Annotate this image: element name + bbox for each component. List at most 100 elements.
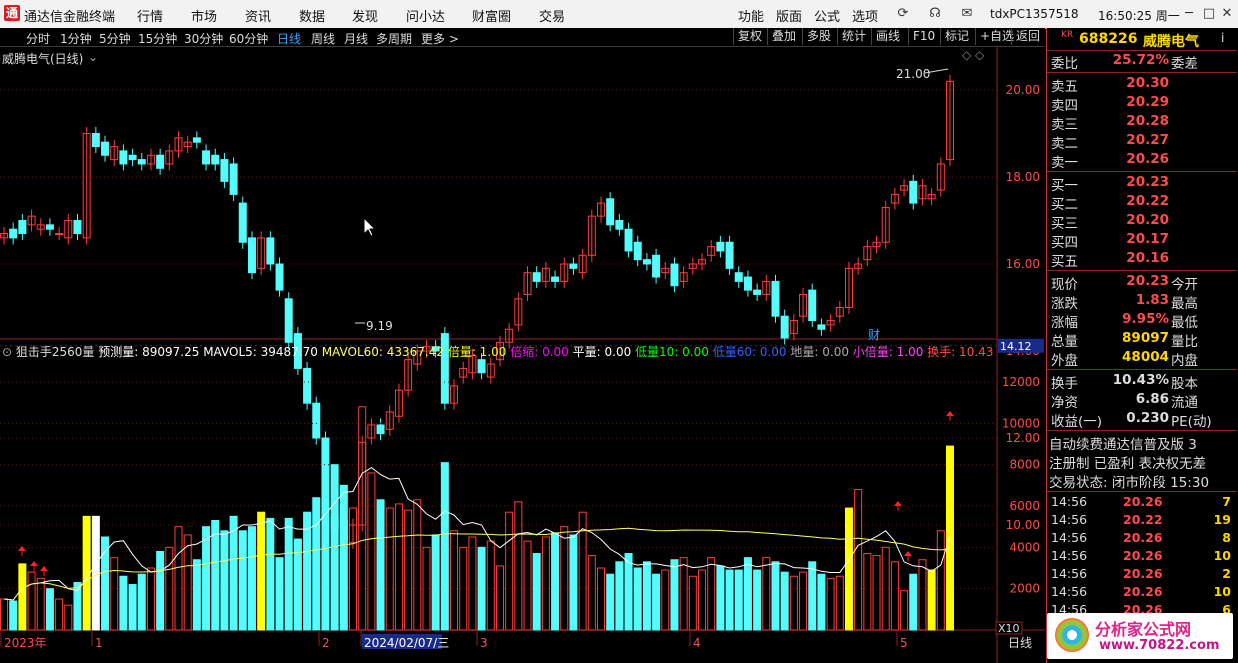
period-daily[interactable]: 日线 xyxy=(277,30,301,47)
volume-bar xyxy=(826,577,835,631)
tick-time: 14:56 xyxy=(1051,566,1088,581)
low-price-label: 9.19 xyxy=(366,319,393,333)
candle-body xyxy=(73,220,82,235)
candle-body xyxy=(670,263,679,287)
menu-zixun[interactable]: 资讯 xyxy=(245,6,271,25)
menu-banmian[interactable]: 版面 xyxy=(776,6,802,25)
tick-row: 14:56 20.26 2 xyxy=(1049,566,1235,584)
volume-bar xyxy=(486,540,495,631)
indicator-dropdown-icon[interactable]: ⊙ xyxy=(2,345,12,359)
quote-panel: KR 688226 威腾电气 i 委比 25.72% 委差 卖五 20.30 卖四 20.2… xyxy=(1046,28,1238,663)
candle-body xyxy=(606,198,615,226)
mail-icon[interactable]: ✉ xyxy=(956,4,978,24)
candle-body xyxy=(615,220,624,230)
volume-bar xyxy=(642,561,651,631)
btn-duogu[interactable]: 多股 xyxy=(802,28,835,45)
period-weekly[interactable]: 周线 xyxy=(311,30,335,47)
row-value: 20.20 xyxy=(1126,212,1169,228)
indicator-params: 预测量: 89097.25 MAVOL5: 39487.70 MAVOL60: … xyxy=(98,345,997,359)
volume-bar xyxy=(202,526,211,631)
expand-icon[interactable]: ◇ ◇ xyxy=(962,48,984,62)
row-value: 20.26 xyxy=(1126,151,1169,167)
btn-tongji[interactable]: 统计 xyxy=(837,28,870,45)
row-label: 净资 xyxy=(1051,395,1078,411)
row-value: 6.86 xyxy=(1135,391,1169,407)
row-extra: 股本 xyxy=(1171,376,1198,392)
tick-time: 14:56 xyxy=(1051,494,1088,509)
tick-price: 20.26 xyxy=(1123,530,1163,545)
tick-volume: 8 xyxy=(1222,530,1231,545)
menu-shichang[interactable]: 市场 xyxy=(191,6,217,25)
period-more[interactable]: 更多 > xyxy=(421,30,459,47)
indicator-param: 小倍量: 1.00 xyxy=(852,345,928,359)
row-value: 20.30 xyxy=(1126,75,1169,91)
row-label: 卖二 xyxy=(1051,136,1078,152)
volume-bar xyxy=(743,557,752,631)
volume-bar xyxy=(734,569,743,631)
x-axis-label: 3 xyxy=(480,636,488,650)
btn-f10[interactable]: F10 xyxy=(908,28,939,45)
btn-biaoji[interactable]: 标记 xyxy=(940,28,973,45)
volume-bar xyxy=(725,569,734,631)
info-icon[interactable]: i xyxy=(1221,31,1224,45)
tick-row: 14:56 20.26 8 xyxy=(1049,530,1235,548)
btn-fanhui[interactable]: 返回 xyxy=(1011,28,1044,45)
menu-xuanxiang[interactable]: 选项 xyxy=(852,6,878,25)
period-5min[interactable]: 5分钟 xyxy=(99,30,131,47)
row-extra: 量比 xyxy=(1171,334,1198,350)
menu-shuju[interactable]: 数据 xyxy=(299,6,325,25)
period-fenshi[interactable]: 分时 xyxy=(26,30,50,47)
menu-hangqing[interactable]: 行情 xyxy=(137,6,163,25)
volume-bar xyxy=(119,575,128,631)
tick-row: 14:56 20.26 7 xyxy=(1049,494,1235,512)
menu-jiaoyi[interactable]: 交易 xyxy=(539,6,565,25)
event-badge[interactable]: 财 xyxy=(868,326,880,343)
candle-body xyxy=(477,359,486,374)
period-30min[interactable]: 30分钟 xyxy=(184,30,223,47)
row-label: 买三 xyxy=(1051,216,1078,232)
period-monthly[interactable]: 月线 xyxy=(344,30,368,47)
btn-huaxian[interactable]: 画线 xyxy=(871,28,904,45)
period-multi[interactable]: 多周期 xyxy=(376,30,412,47)
volume-bar xyxy=(872,555,881,631)
period-1min[interactable]: 1分钟 xyxy=(60,30,92,47)
minimize-icon[interactable]: ─ xyxy=(1178,4,1200,24)
volume-bar xyxy=(716,565,725,631)
price-tick-label: 16.00 xyxy=(1006,257,1040,271)
menu-gongshi[interactable]: 公式 xyxy=(814,6,840,25)
close-icon[interactable]: ✕ xyxy=(1216,4,1238,24)
menu-caifuquan[interactable]: 财富圈 xyxy=(472,6,511,25)
candle-body xyxy=(551,276,560,282)
volume-bar xyxy=(27,571,36,631)
separator xyxy=(1047,72,1237,73)
stat-row: 总量 89097 量比 xyxy=(1049,330,1235,350)
sell-level-row: 卖三 20.28 xyxy=(1049,113,1235,133)
refresh-icon[interactable]: ⟳ xyxy=(892,4,914,24)
period-15min[interactable]: 15分钟 xyxy=(138,30,177,47)
buy-level-row: 买二 20.22 xyxy=(1049,193,1235,213)
tick-price: 20.26 xyxy=(1123,584,1163,599)
volume-bar xyxy=(532,553,541,631)
headset-icon[interactable]: ☊ xyxy=(924,4,946,24)
volume-bar xyxy=(110,557,119,631)
btn-diejia[interactable]: 叠加 xyxy=(767,28,800,45)
period-60min[interactable]: 60分钟 xyxy=(229,30,268,47)
candle-body xyxy=(771,280,780,317)
volume-bar xyxy=(551,532,560,631)
menu-faxian[interactable]: 发现 xyxy=(352,6,378,25)
volume-bar xyxy=(55,598,64,631)
indicator-name[interactable]: 狙击手2560量 xyxy=(16,345,95,359)
btn-fuquan[interactable]: 复权 xyxy=(733,28,766,45)
tick-time: 14:56 xyxy=(1051,530,1088,545)
volume-bar xyxy=(854,488,863,631)
separator xyxy=(1047,270,1237,271)
x-axis-label: 2024/02/07/三 xyxy=(364,636,449,650)
volume-tick-label: 12000 xyxy=(1002,375,1040,389)
menu-gongneng[interactable]: 功能 xyxy=(738,6,764,25)
menu-wenxiaoda[interactable]: 问小达 xyxy=(406,6,445,25)
chart-dropdown-icon[interactable]: ⌄ xyxy=(88,50,98,64)
row-value: 0.230 xyxy=(1126,410,1169,426)
candle-body xyxy=(725,241,734,269)
mouse-cursor-icon xyxy=(363,216,377,237)
volume-bar xyxy=(817,573,826,631)
